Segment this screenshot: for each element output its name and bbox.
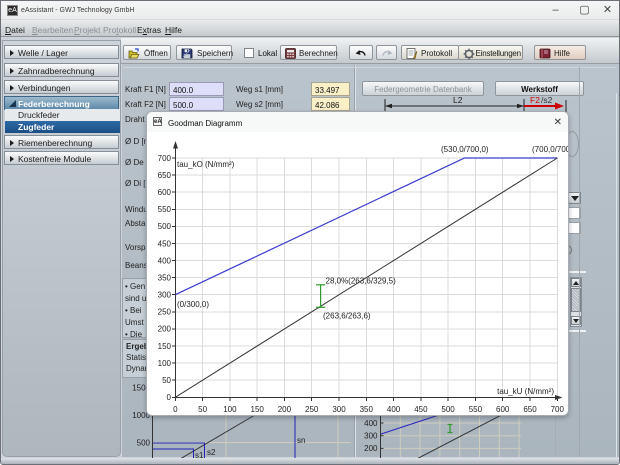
svg-text:500: 500 (158, 222, 172, 231)
svg-text:sn: sn (297, 436, 305, 445)
svg-text:200: 200 (158, 325, 172, 334)
svg-text:650: 650 (158, 171, 172, 180)
svg-text:(700,0/700,0): (700,0/700,0) (532, 145, 568, 154)
svg-text:400: 400 (364, 419, 378, 428)
svg-text:0: 0 (167, 393, 172, 402)
svg-text:700: 700 (158, 154, 172, 163)
svg-text:28,0%(263,6/329,5): 28,0%(263,6/329,5) (326, 277, 397, 286)
svg-text:s2: s2 (207, 448, 216, 457)
svg-text:450: 450 (414, 405, 428, 414)
svg-text:250: 250 (305, 405, 319, 414)
svg-text:100: 100 (223, 405, 237, 414)
svg-text:500: 500 (137, 439, 151, 448)
svg-text:50: 50 (198, 405, 207, 414)
svg-text:s1: s1 (195, 451, 204, 458)
svg-text:200: 200 (278, 405, 292, 414)
svg-text:600: 600 (496, 405, 510, 414)
svg-text:(263,6/263,6): (263,6/263,6) (323, 312, 371, 321)
svg-text:50: 50 (162, 376, 171, 385)
svg-text:150: 150 (251, 405, 265, 414)
svg-text:F2: F2 (530, 95, 540, 105)
svg-text:550: 550 (158, 205, 172, 214)
svg-text:550: 550 (469, 405, 483, 414)
svg-text:400: 400 (387, 405, 401, 414)
svg-text:500: 500 (441, 405, 455, 414)
svg-text:L2: L2 (453, 95, 463, 105)
svg-text:150: 150 (158, 342, 172, 351)
svg-text:100: 100 (158, 359, 172, 368)
svg-text:300: 300 (332, 405, 346, 414)
svg-text:350: 350 (360, 405, 374, 414)
svg-text:tau_kU (N/mm²): tau_kU (N/mm²) (497, 387, 554, 396)
svg-text:(0/300,0): (0/300,0) (177, 300, 209, 309)
svg-text:450: 450 (158, 239, 172, 248)
svg-text:250: 250 (158, 308, 172, 317)
svg-text:600: 600 (158, 188, 172, 197)
svg-text:0: 0 (173, 405, 178, 414)
svg-text:650: 650 (523, 405, 537, 414)
svg-text:tau_kO (N/mm²): tau_kO (N/mm²) (177, 160, 235, 169)
svg-text:200: 200 (364, 444, 378, 453)
svg-text:/s2: /s2 (541, 95, 553, 105)
svg-text:300: 300 (158, 291, 172, 300)
svg-text:300: 300 (364, 432, 378, 441)
svg-text:400: 400 (158, 256, 172, 265)
svg-text:700: 700 (551, 405, 565, 414)
svg-text:(530,0/700,0): (530,0/700,0) (441, 145, 489, 154)
svg-text:350: 350 (158, 273, 172, 282)
